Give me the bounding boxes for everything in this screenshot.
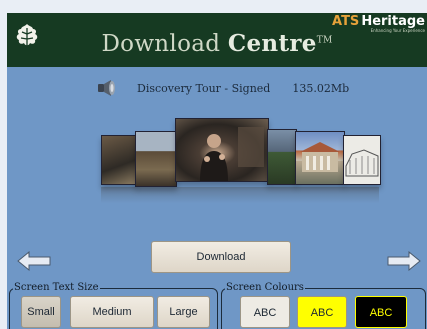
screen-colours-label: Screen Colours — [225, 282, 305, 294]
trademark-mark: TM — [316, 35, 333, 46]
file-info: Discovery Tour - Signed 135.02Mb — [97, 76, 349, 100]
header-bar: Download CentreTM ATS Heritage Enhancing … — [7, 13, 427, 67]
title-bold-text: Centre — [227, 30, 317, 57]
video-carousel[interactable] — [93, 118, 381, 207]
thumbnail-right[interactable] — [267, 129, 297, 185]
building-sketch — [300, 142, 340, 172]
title-light-text: Download — [101, 31, 221, 57]
brand-logo: ATS Heritage Enhancing Your Experience — [332, 14, 425, 33]
colour-scheme-yellow-button[interactable]: ABC — [297, 296, 347, 328]
text-size-medium-button[interactable]: Medium — [70, 296, 154, 328]
colour-scheme-default-button[interactable]: ABC — [240, 296, 290, 328]
thumbnail-selected[interactable] — [175, 118, 269, 182]
speaker-icon — [98, 80, 115, 96]
file-size: 135.02Mb — [292, 81, 350, 95]
arrow-left-icon[interactable] — [17, 251, 51, 271]
text-size-small-button[interactable]: Small — [21, 296, 61, 328]
arrow-right-icon[interactable] — [387, 251, 421, 271]
presenter-figure — [200, 127, 264, 181]
sketch-drawing — [345, 149, 379, 177]
thumbnail-left[interactable] — [135, 131, 177, 187]
colour-scheme-dark-button[interactable]: ABC — [355, 296, 407, 328]
page-title: Download CentreTM — [7, 30, 427, 57]
brand-name: Heritage — [361, 14, 425, 29]
download-button[interactable]: Download — [151, 241, 291, 273]
brand-prefix: ATS — [332, 14, 360, 29]
thumbnail-building[interactable] — [295, 131, 345, 185]
kiosk-screen: Download CentreTM ATS Heritage Enhancing … — [7, 13, 427, 329]
thumbnail-far-right[interactable] — [343, 135, 381, 185]
carousel-reflection — [101, 187, 379, 203]
text-size-large-button[interactable]: Large — [157, 296, 210, 328]
file-name: Discovery Tour - Signed — [137, 81, 271, 95]
text-size-label: Screen Text Size — [13, 282, 100, 294]
thumbnail-far-left[interactable] — [101, 135, 137, 185]
